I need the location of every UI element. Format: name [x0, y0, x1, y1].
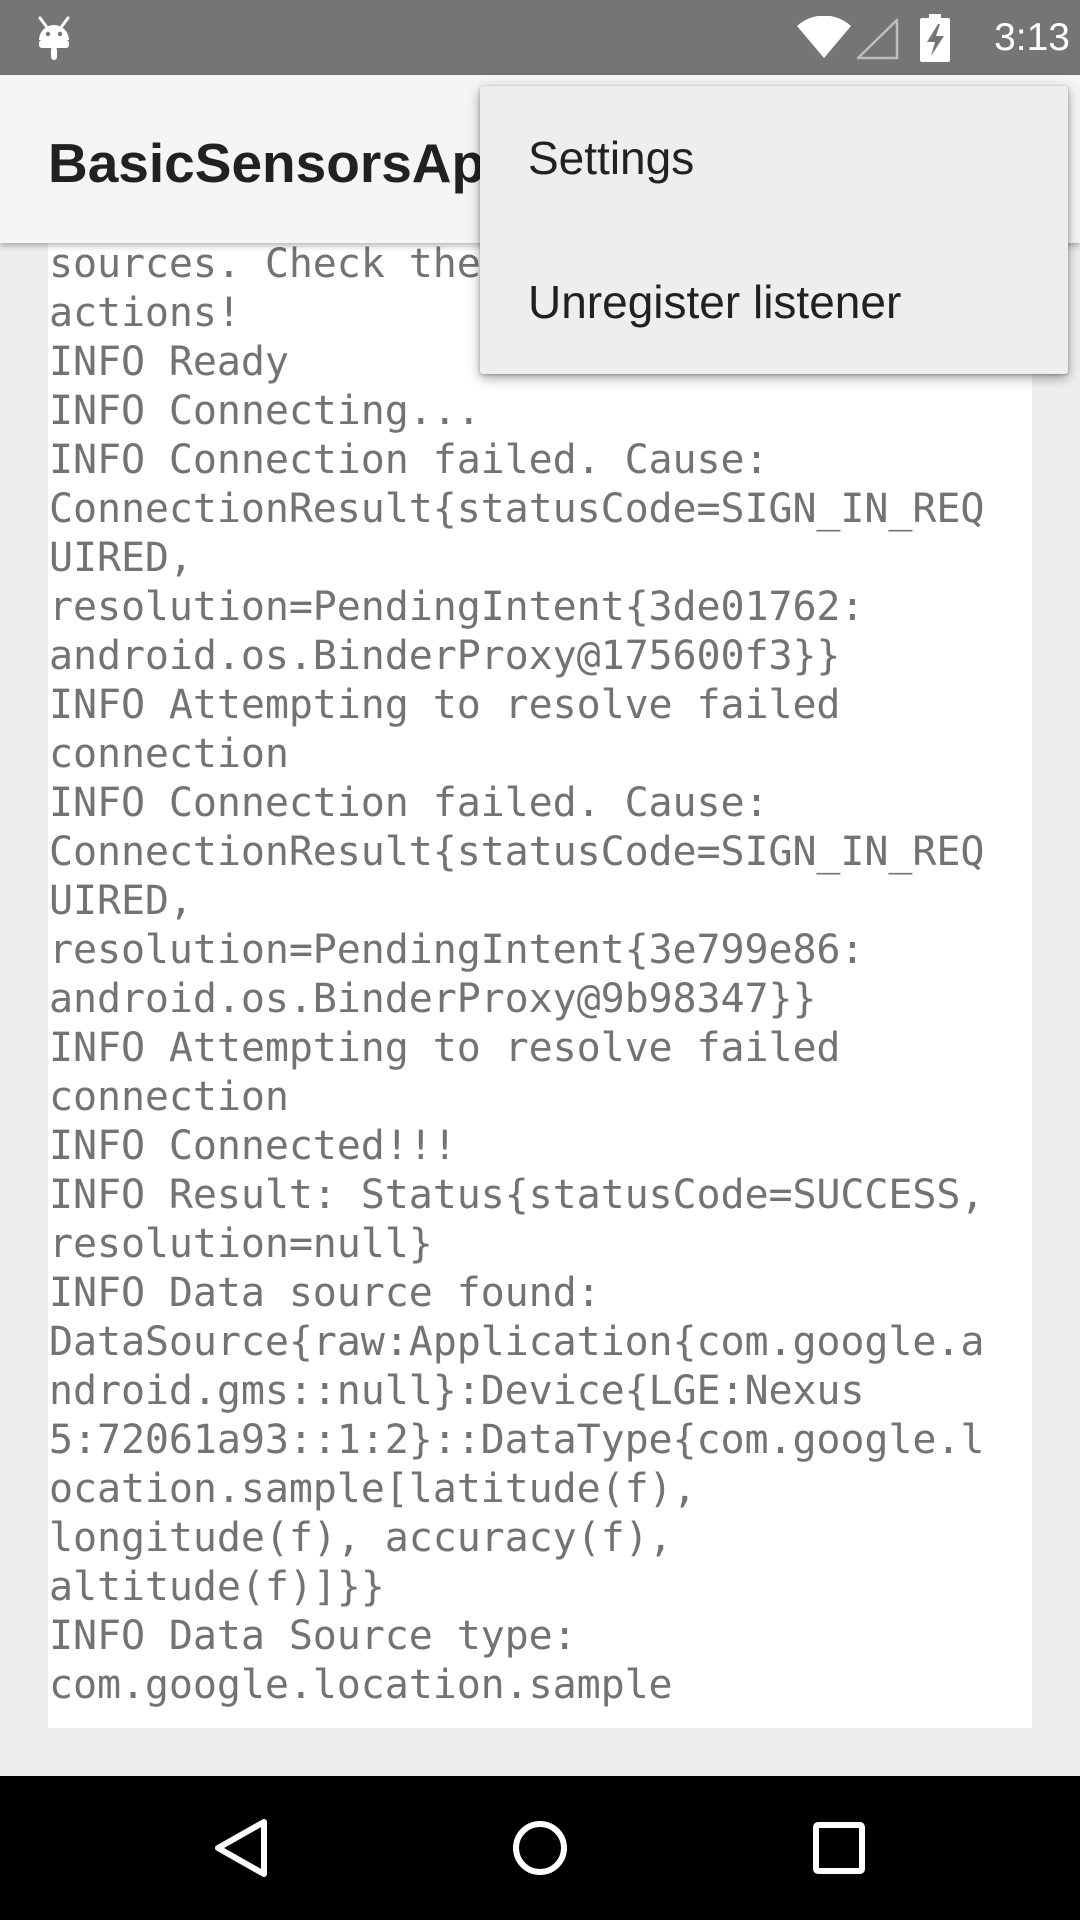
log-lines: sources. Check the actions! INFO Ready I… — [49, 243, 985, 1710]
log-line: UIRED, — [49, 878, 193, 924]
menu-item-unregister-listener[interactable]: Unregister listener — [480, 230, 1068, 374]
log-view[interactable]: sources. Check the actions! INFO Ready I… — [48, 243, 1032, 1728]
log-line: INFO Data Source type: — [49, 1613, 577, 1659]
back-button[interactable] — [206, 1812, 278, 1884]
log-line: connection — [49, 1074, 289, 1120]
status-bar: 3:13 — [0, 0, 1080, 75]
back-icon — [206, 1812, 278, 1884]
log-line: altitude(f)]}} — [49, 1564, 385, 1610]
log-line: ndroid.gms::null}:Device{LGE:Nexus — [49, 1368, 865, 1414]
log-line: INFO Connected!!! — [49, 1123, 457, 1169]
log-line: com.google.location.sample — [49, 1662, 673, 1708]
menu-item-label: Unregister listener — [528, 276, 902, 328]
android-debug-icon — [36, 14, 72, 62]
menu-item-settings[interactable]: Settings — [480, 86, 1068, 230]
log-line: connection — [49, 731, 289, 777]
status-clock: 3:13 — [994, 16, 1070, 59]
log-line: android.os.BinderProxy@9b98347}} — [49, 976, 817, 1022]
log-line: resolution=PendingIntent{3e799e86: — [49, 927, 865, 973]
recents-icon — [803, 1812, 875, 1884]
log-line: resolution=PendingIntent{3de01762: — [49, 584, 865, 630]
home-button[interactable] — [504, 1812, 576, 1884]
log-line: DataSource{raw:Application{com.google.a — [49, 1319, 985, 1365]
log-line: INFO Attempting to resolve failed — [49, 682, 841, 728]
log-line: INFO Connection failed. Cause: — [49, 780, 769, 826]
log-line: longitude(f), accuracy(f), — [49, 1515, 673, 1561]
navigation-bar — [0, 1776, 1080, 1920]
log-line: INFO Data source found: — [49, 1270, 601, 1316]
battery-charging-icon — [918, 14, 952, 62]
log-line: android.os.BinderProxy@175600f3}} — [49, 633, 841, 679]
log-line: INFO Connection failed. Cause: — [49, 437, 769, 483]
log-line: ConnectionResult{statusCode=SIGN_IN_REQ — [49, 486, 985, 532]
log-line: resolution=null} — [49, 1221, 433, 1267]
screen: 3:13 BasicSensorsApi sources. Check the … — [0, 0, 1080, 1920]
log-line: UIRED, — [49, 535, 193, 581]
log-line: ocation.sample[latitude(f), — [49, 1466, 697, 1512]
wifi-icon — [795, 15, 853, 60]
signal-icon — [855, 18, 899, 60]
overflow-menu: Settings Unregister listener — [480, 86, 1068, 374]
log-line: INFO Connecting... — [49, 388, 481, 434]
log-line: 5:72061a93::1:2}::DataType{com.google.l — [49, 1417, 985, 1463]
recents-button[interactable] — [803, 1812, 875, 1884]
log-line: INFO Result: Status{statusCode=SUCCESS, — [49, 1172, 985, 1218]
home-icon — [504, 1812, 576, 1884]
log-line: ConnectionResult{statusCode=SIGN_IN_REQ — [49, 829, 985, 875]
log-line: INFO Attempting to resolve failed — [49, 1025, 841, 1071]
menu-item-label: Settings — [528, 132, 695, 184]
app-title: BasicSensorsApi — [48, 132, 501, 194]
